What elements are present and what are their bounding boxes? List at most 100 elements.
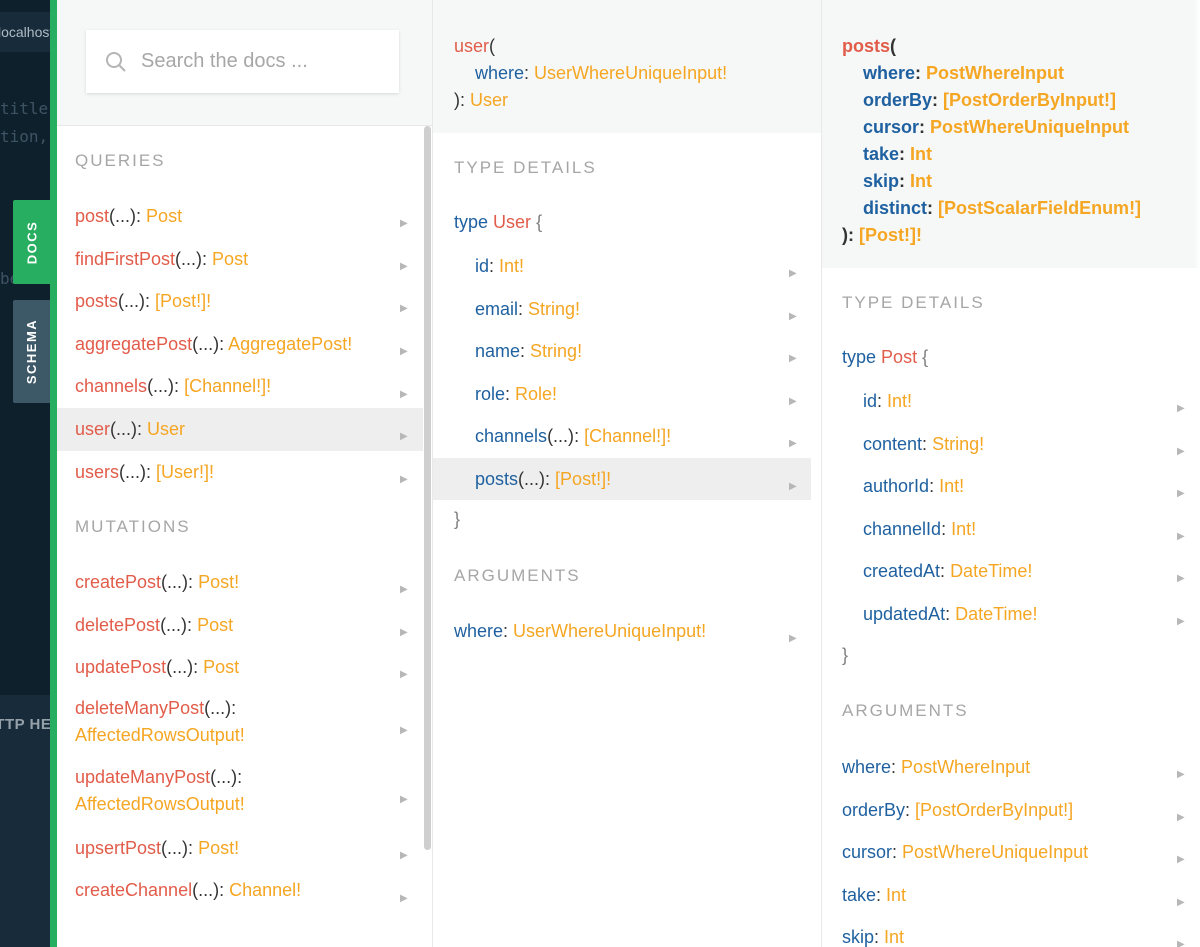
field-name[interactable]: role [475, 384, 505, 404]
field-row-id[interactable]: id: Int! ▶ [433, 245, 811, 288]
signature-arg-type[interactable]: [PostScalarFieldEnum!] [938, 198, 1141, 218]
field-name[interactable]: name [475, 341, 520, 361]
field-name[interactable]: posts [75, 291, 118, 311]
field-name[interactable]: aggregatePost [75, 334, 192, 354]
list-item-posts[interactable]: posts(...): [Post!]! ▶ [57, 280, 423, 323]
signature-arg-type[interactable]: Int [910, 171, 932, 191]
scrollbar[interactable] [424, 126, 431, 850]
argument-row-cursor[interactable]: cursor: PostWhereUniqueInput ▶ [822, 831, 1192, 874]
field-name[interactable]: updateManyPost [75, 767, 210, 787]
search-input[interactable] [141, 50, 381, 73]
field-type[interactable]: [User!]! [156, 462, 214, 482]
list-item-post[interactable]: post(...): Post ▶ [57, 195, 423, 238]
field-type[interactable]: Post! [198, 838, 239, 858]
list-item-findFirstPost[interactable]: findFirstPost(...): Post ▶ [57, 238, 423, 281]
field-name[interactable]: email [475, 299, 518, 319]
field-type[interactable]: Post! [198, 572, 239, 592]
field-name[interactable]: createPost [75, 572, 161, 592]
argument-type[interactable]: UserWhereUniqueInput! [513, 621, 706, 641]
argument-type[interactable]: PostWhereUniqueInput [902, 842, 1088, 862]
field-type[interactable]: [Post!]! [555, 469, 611, 489]
field-type[interactable]: AffectedRowsOutput! [75, 725, 245, 745]
signature-arg-type[interactable]: [PostOrderByInput!] [943, 90, 1116, 110]
list-item-channels[interactable]: channels(...): [Channel!]! ▶ [57, 365, 423, 408]
field-type[interactable]: Post [212, 249, 248, 269]
field-type[interactable]: Post [197, 615, 233, 635]
signature-return-type[interactable]: User [470, 90, 508, 110]
argument-row-take[interactable]: take: Int ▶ [822, 874, 1192, 917]
list-item-users[interactable]: users(...): [User!]! ▶ [57, 451, 423, 494]
argument-type[interactable]: Int [886, 885, 906, 905]
field-row-content[interactable]: content: String! ▶ [822, 423, 1192, 466]
field-row-name[interactable]: name: String! ▶ [433, 330, 811, 373]
field-name[interactable]: channels [475, 426, 547, 446]
field-name[interactable]: posts [475, 469, 518, 489]
field-name[interactable]: channelId [863, 519, 941, 539]
field-name[interactable]: user [75, 419, 110, 439]
field-type[interactable]: Int! [951, 519, 976, 539]
field-row-authorId[interactable]: authorId: Int! ▶ [822, 465, 1192, 508]
field-type[interactable]: String! [528, 299, 580, 319]
signature-arg-type[interactable]: Int [910, 144, 932, 164]
argument-type[interactable]: Int [884, 927, 904, 947]
field-name[interactable]: post [75, 206, 109, 226]
argument-row-orderBy[interactable]: orderBy: [PostOrderByInput!] ▶ [822, 789, 1192, 832]
signature-return-type[interactable]: [Post!]! [859, 225, 922, 245]
argument-row-where[interactable]: where: UserWhereUniqueInput! ▶ [433, 610, 811, 653]
list-item-updatePost[interactable]: updatePost(...): Post ▶ [57, 646, 423, 689]
field-name[interactable]: id [863, 391, 877, 411]
field-row-updatedAt[interactable]: updatedAt: DateTime! ▶ [822, 593, 1192, 636]
signature-arg-type[interactable]: PostWhereUniqueInput [930, 117, 1129, 137]
tab-schema[interactable]: SCHEMA [13, 300, 50, 403]
field-name[interactable]: updatePost [75, 657, 166, 677]
http-headers-label[interactable]: HTTP HEADERS (2) [0, 716, 50, 733]
field-name[interactable]: authorId [863, 476, 929, 496]
field-row-posts[interactable]: posts(...): [Post!]! ▶ [433, 457, 811, 500]
field-type[interactable]: DateTime! [950, 561, 1032, 581]
field-type[interactable]: [Channel!]! [184, 376, 271, 396]
search-box[interactable] [86, 30, 399, 93]
field-type[interactable]: DateTime! [955, 604, 1037, 624]
field-name[interactable]: id [475, 256, 489, 276]
signature-arg-type[interactable]: PostWhereInput [926, 63, 1064, 83]
field-type[interactable]: String! [932, 434, 984, 454]
tab-docs[interactable]: DOCS [13, 200, 50, 284]
editor-tab[interactable]: localhost [0, 12, 50, 52]
field-name[interactable]: deleteManyPost [75, 698, 204, 718]
field-type[interactable]: AggregatePost! [228, 334, 352, 354]
field-type[interactable]: User [147, 419, 185, 439]
argument-type[interactable]: [PostOrderByInput!] [915, 800, 1073, 820]
argument-row-where[interactable]: where: PostWhereInput ▶ [822, 746, 1192, 789]
list-item-updateManyPost[interactable]: updateManyPost(...): AffectedRowsOutput! ▶ [57, 758, 423, 827]
field-name[interactable]: updatedAt [863, 604, 945, 624]
field-name[interactable]: users [75, 462, 119, 482]
field-name[interactable]: channels [75, 376, 147, 396]
field-type[interactable]: [Post!]! [155, 291, 211, 311]
field-type[interactable]: [Channel!]! [584, 426, 671, 446]
list-item-upsertPost[interactable]: upsertPost(...): Post! ▶ [57, 827, 423, 870]
field-type[interactable]: AffectedRowsOutput! [75, 794, 245, 814]
field-row-id[interactable]: id: Int! ▶ [822, 380, 1192, 423]
field-type[interactable]: String! [530, 341, 582, 361]
field-row-role[interactable]: role: Role! ▶ [433, 373, 811, 416]
field-row-createdAt[interactable]: createdAt: DateTime! ▶ [822, 550, 1192, 593]
list-item-aggregatePost[interactable]: aggregatePost(...): AggregatePost! ▶ [57, 323, 423, 366]
field-row-channels[interactable]: channels(...): [Channel!]! ▶ [433, 415, 811, 458]
list-item-createPost[interactable]: createPost(...): Post! ▶ [57, 561, 423, 604]
field-name[interactable]: content [863, 434, 922, 454]
field-row-email[interactable]: email: String! ▶ [433, 288, 811, 331]
field-type[interactable]: Role! [515, 384, 557, 404]
field-name[interactable]: deletePost [75, 615, 160, 635]
list-item-deleteManyPost[interactable]: deleteManyPost(...): AffectedRowsOutput! ▶ [57, 689, 423, 758]
field-type[interactable]: Post [146, 206, 182, 226]
field-type[interactable]: Channel! [229, 880, 301, 900]
list-item-createChannel[interactable]: createChannel(...): Channel! ▶ [57, 869, 423, 912]
argument-row-skip[interactable]: skip: Int ▶ [822, 916, 1192, 947]
field-type[interactable]: Int! [939, 476, 964, 496]
field-type[interactable]: Int! [887, 391, 912, 411]
signature-arg-type[interactable]: UserWhereUniqueInput! [534, 63, 727, 83]
field-name[interactable]: createChannel [75, 880, 192, 900]
field-type[interactable]: Int! [499, 256, 524, 276]
list-item-deletePost[interactable]: deletePost(...): Post ▶ [57, 604, 423, 647]
list-item-user[interactable]: user(...): User ▶ [57, 408, 423, 451]
